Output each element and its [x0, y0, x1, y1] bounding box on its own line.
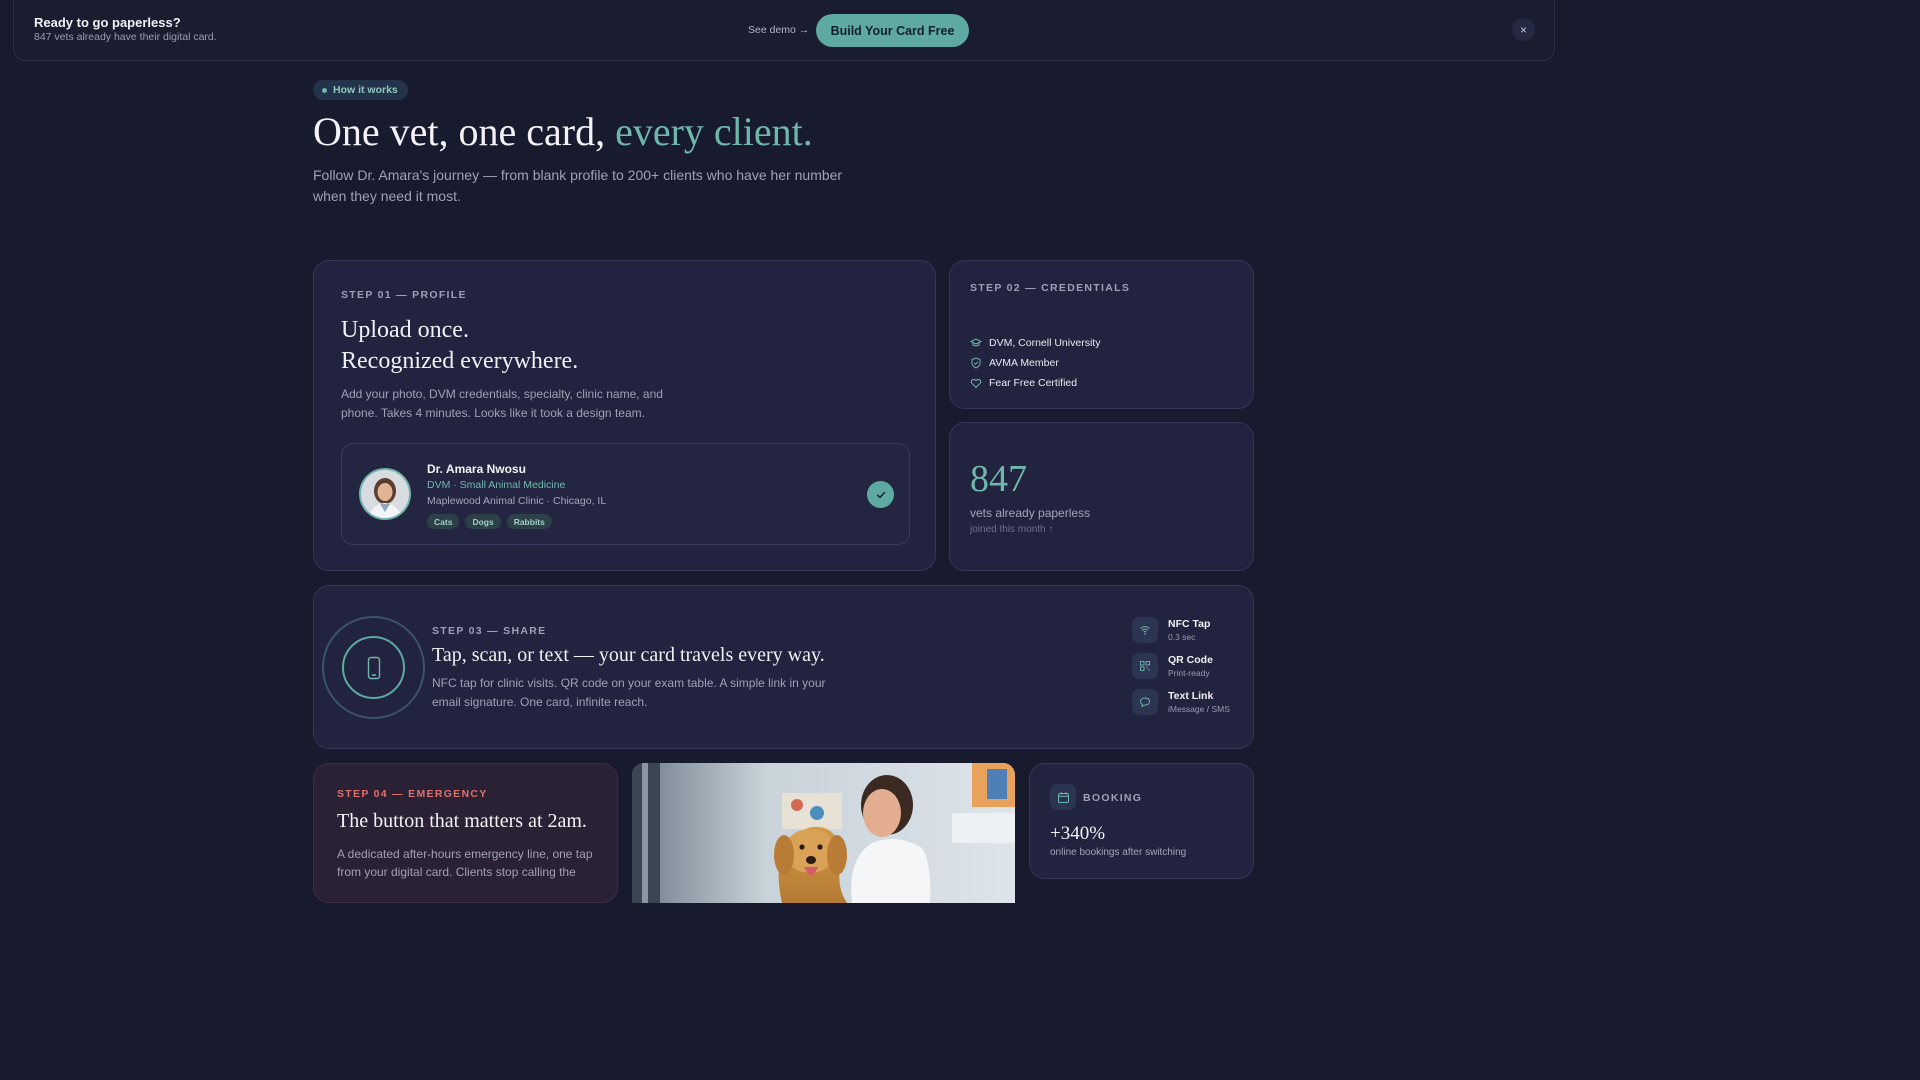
graduation-cap-icon: [970, 338, 982, 347]
tag-rabbits: Rabbits: [506, 514, 552, 529]
vet-with-dog-photo: [632, 763, 1015, 903]
credential-item: Fear Free Certified: [970, 377, 1077, 389]
stat-number: 847: [970, 458, 1027, 500]
top-banner: Ready to go paperless? 847 vets already …: [13, 0, 1555, 61]
species-tags: Cats Dogs Rabbits: [427, 514, 552, 529]
step1-description: Add your photo, DVM credentials, special…: [341, 387, 663, 420]
profile-card[interactable]: Dr. Amara Nwosu DVM · Small Animal Medic…: [341, 443, 910, 545]
step1-eyebrow: STEP 01 — PROFILE: [341, 289, 467, 301]
tag-cats: Cats: [427, 514, 460, 529]
share-method-nfc[interactable]: NFC Tap 0.3 sec: [1132, 617, 1210, 643]
profile-name: Dr. Amara Nwosu: [427, 462, 526, 476]
method-sub: Print-ready: [1168, 668, 1210, 678]
heart-icon: [970, 378, 982, 389]
page-title: One vet, one card, every client.: [313, 108, 813, 155]
step3-description: NFC tap for clinic visits. QR code on yo…: [432, 676, 826, 709]
step1-title-line2: Recognized everywhere.: [341, 348, 579, 374]
step1-title: Upload once. Recognized everywhere.: [341, 315, 578, 377]
avatar: [359, 468, 411, 520]
stat-sub: joined this month ↑: [970, 524, 1054, 535]
pill-label: How it works: [333, 84, 398, 96]
credential-item: AVMA Member: [970, 357, 1059, 369]
booking-sub: online bookings after switching: [1050, 847, 1187, 858]
step1-card: STEP 01 — PROFILE Upload once. Recognize…: [313, 260, 936, 571]
phone-icon: [342, 636, 405, 699]
how-it-works-pill: How it works: [313, 80, 408, 100]
booking-eyebrow: BOOKING: [1083, 792, 1143, 804]
see-demo-link[interactable]: See demo →: [748, 24, 809, 36]
build-card-button[interactable]: Build Your Card Free: [816, 14, 969, 47]
stat-label: vets already paperless: [970, 506, 1091, 520]
method-sub: iMessage / SMS: [1168, 704, 1230, 714]
credential-label: AVMA Member: [989, 357, 1059, 369]
vets-stat-card: 847 vets already paperless joined this m…: [949, 422, 1254, 571]
booking-card: BOOKING +340% online bookings after swit…: [1029, 763, 1254, 879]
method-title: QR Code: [1168, 654, 1213, 666]
profile-clinic: Maplewood Animal Clinic · Chicago, IL: [427, 495, 607, 507]
title-main: One vet, one card,: [313, 109, 616, 154]
share-method-qr[interactable]: QR Code Print-ready: [1132, 653, 1213, 679]
title-accent: every client.: [615, 109, 813, 154]
calendar-icon: [1050, 784, 1076, 810]
step4-eyebrow: STEP 04 — EMERGENCY: [337, 788, 488, 800]
shield-icon: [971, 357, 981, 369]
banner-title: Ready to go paperless?: [34, 15, 181, 30]
close-icon: ×: [1519, 22, 1527, 37]
profile-specialty: DVM · Small Animal Medicine: [427, 479, 566, 491]
step1-title-line1: Upload once.: [341, 317, 469, 343]
share-method-text[interactable]: Text Link iMessage / SMS: [1132, 689, 1230, 715]
tag-dogs: Dogs: [465, 514, 501, 529]
banner-subtitle: 847 vets already have their digital card…: [34, 31, 217, 43]
step4-description: A dedicated after-hours emergency line, …: [337, 847, 593, 879]
page-subtitle: Follow Dr. Amara's journey — from blank …: [313, 167, 843, 204]
step3-title: Tap, scan, or text — your card travels e…: [432, 644, 825, 666]
dot-icon: [322, 87, 327, 93]
step3-card: STEP 03 — SHARE Tap, scan, or text — you…: [313, 585, 1254, 749]
step4-card: STEP 04 — EMERGENCY The button that matt…: [313, 763, 618, 903]
credential-item: DVM, Cornell University: [970, 337, 1100, 349]
chat-bubble-icon: [1132, 689, 1158, 715]
step2-eyebrow: STEP 02 — CREDENTIALS: [970, 282, 1131, 294]
close-banner-button[interactable]: ×: [1512, 18, 1535, 41]
booking-number: +340%: [1050, 823, 1106, 844]
wifi-icon: [1132, 617, 1158, 643]
method-title: Text Link: [1168, 690, 1214, 702]
method-sub: 0.3 sec: [1168, 632, 1196, 642]
step4-title: The button that matters at 2am.: [337, 810, 587, 832]
credential-label: DVM, Cornell University: [989, 337, 1101, 349]
credential-label: Fear Free Certified: [989, 377, 1078, 389]
step2-card: STEP 02 — CREDENTIALS DVM, Cornell Unive…: [949, 260, 1254, 409]
method-title: NFC Tap: [1168, 618, 1211, 630]
check-icon: [867, 481, 894, 508]
qr-code-icon: [1132, 653, 1158, 679]
step3-eyebrow: STEP 03 — SHARE: [432, 625, 547, 637]
